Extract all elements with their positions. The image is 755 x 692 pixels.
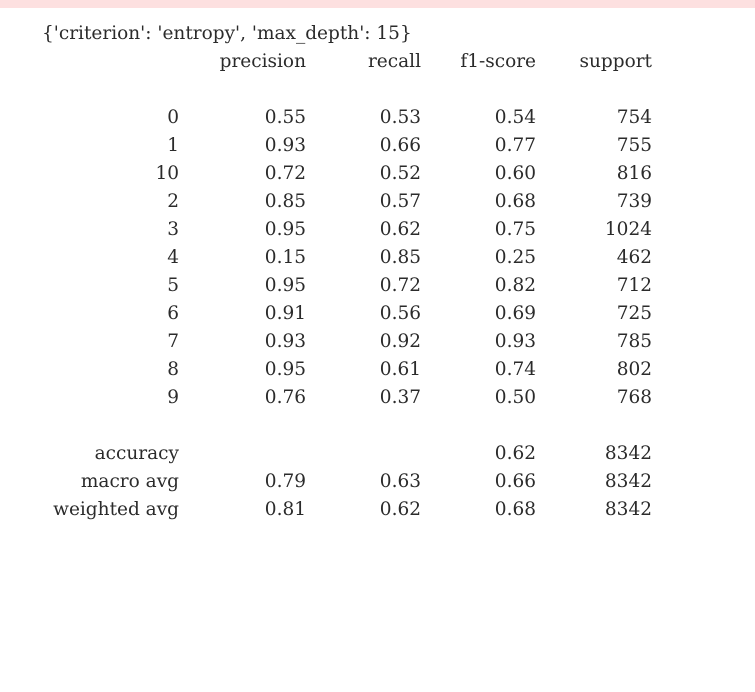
row-label: 0	[167, 107, 179, 128]
summary-row: accuracy 0.62 8342	[0, 440, 755, 468]
recall-value: 0.56	[379, 303, 421, 324]
precision-value: 0.95	[264, 359, 306, 380]
f1-value: 0.68	[494, 191, 536, 212]
support-value: 768	[616, 387, 652, 408]
row-label: 8	[167, 359, 179, 380]
table-row: 9 0.76 0.37 0.50 768	[0, 384, 755, 412]
f1-value: 0.74	[494, 359, 536, 380]
table-row: 2 0.85 0.57 0.68 739	[0, 188, 755, 216]
row-label: 4	[167, 247, 179, 268]
precision-value: 0.15	[264, 247, 306, 268]
recall-value: 0.63	[379, 471, 421, 492]
summary-row: macro avg 0.79 0.63 0.66 8342	[0, 468, 755, 496]
table-row: 6 0.91 0.56 0.69 725	[0, 300, 755, 328]
precision-value: 0.79	[264, 471, 306, 492]
f1-value: 0.77	[494, 135, 536, 156]
f1-value: 0.75	[494, 219, 536, 240]
f1-value: 0.93	[494, 331, 536, 352]
table-row: 7 0.93 0.92 0.93 785	[0, 328, 755, 356]
precision-value: 0.93	[264, 331, 306, 352]
f1-value: 0.68	[494, 499, 536, 520]
recall-value: 0.62	[379, 219, 421, 240]
precision-value: 0.91	[264, 303, 306, 324]
recall-value: 0.52	[379, 163, 421, 184]
support-value: 1024	[604, 219, 652, 240]
recall-value: 0.57	[379, 191, 421, 212]
support-value: 802	[616, 359, 652, 380]
precision-value: 0.81	[264, 499, 306, 520]
header-f1-score: f1-score	[460, 51, 536, 72]
support-value: 785	[616, 331, 652, 352]
row-label: 6	[167, 303, 179, 324]
header-precision: precision	[219, 51, 306, 72]
support-value: 754	[616, 107, 652, 128]
support-value: 725	[616, 303, 652, 324]
precision-value: 0.72	[264, 163, 306, 184]
support-value: 755	[616, 135, 652, 156]
f1-value: 0.54	[494, 107, 536, 128]
row-label: 7	[167, 331, 179, 352]
recall-value: 0.62	[379, 499, 421, 520]
precision-value: 0.95	[264, 219, 306, 240]
precision-value: 0.55	[264, 107, 306, 128]
classification-report-output: {'criterion': 'entropy', 'max_depth': 15…	[0, 0, 755, 546]
recall-value: 0.37	[379, 387, 421, 408]
summary-label: weighted avg	[53, 499, 179, 520]
support-value: 8342	[604, 471, 652, 492]
report-header-row: precision recall f1-score support	[0, 48, 755, 76]
recall-value: 0.85	[379, 247, 421, 268]
f1-value: 0.25	[494, 247, 536, 268]
header-recall: recall	[367, 51, 421, 72]
table-row: 10 0.72 0.52 0.60 816	[0, 160, 755, 188]
f1-value: 0.60	[494, 163, 536, 184]
table-row: 8 0.95 0.61 0.74 802	[0, 356, 755, 384]
table-row: 0 0.55 0.53 0.54 754	[0, 104, 755, 132]
support-value: 712	[616, 275, 652, 296]
params-line: {'criterion': 'entropy', 'max_depth': 15…	[42, 23, 412, 44]
summary-label: macro avg	[80, 471, 179, 492]
row-label: 1	[167, 135, 179, 156]
summary-row: weighted avg 0.81 0.62 0.68 8342	[0, 496, 755, 524]
support-value: 8342	[604, 443, 652, 464]
f1-value: 0.82	[494, 275, 536, 296]
row-label: 10	[155, 163, 179, 184]
recall-value: 0.66	[379, 135, 421, 156]
row-label: 9	[167, 387, 179, 408]
table-row: 1 0.93 0.66 0.77 755	[0, 132, 755, 160]
support-value: 739	[616, 191, 652, 212]
row-label: 2	[167, 191, 179, 212]
f1-value: 0.66	[494, 471, 536, 492]
precision-value: 0.85	[264, 191, 306, 212]
support-value: 462	[616, 247, 652, 268]
table-row: 4 0.15 0.85 0.25 462	[0, 244, 755, 272]
summary-label: accuracy	[94, 443, 179, 464]
precision-value: 0.95	[264, 275, 306, 296]
f1-value: 0.50	[494, 387, 536, 408]
row-label: 3	[167, 219, 179, 240]
f1-value: 0.69	[494, 303, 536, 324]
support-value: 8342	[604, 499, 652, 520]
table-row: 5 0.95 0.72 0.82 712	[0, 272, 755, 300]
row-label: 5	[167, 275, 179, 296]
table-row: 3 0.95 0.62 0.75 1024	[0, 216, 755, 244]
f1-value: 0.62	[494, 443, 536, 464]
precision-value: 0.93	[264, 135, 306, 156]
support-value: 816	[616, 163, 652, 184]
recall-value: 0.92	[379, 331, 421, 352]
recall-value: 0.53	[379, 107, 421, 128]
header-support: support	[579, 51, 652, 72]
recall-value: 0.61	[379, 359, 421, 380]
recall-value: 0.72	[379, 275, 421, 296]
precision-value: 0.76	[264, 387, 306, 408]
